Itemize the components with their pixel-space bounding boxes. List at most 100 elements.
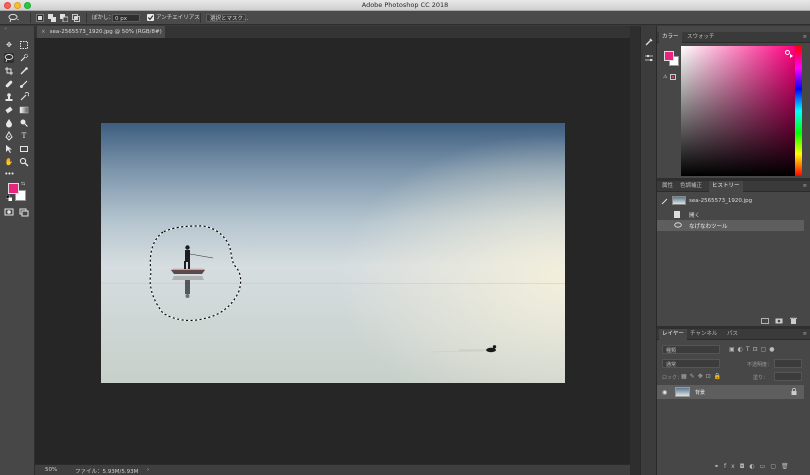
swap-colors-icon[interactable]: ⇆	[21, 181, 27, 187]
tab-color[interactable]: カラー	[659, 32, 682, 43]
move-tool-icon[interactable]: ✥	[4, 40, 14, 50]
title-bar: Adobe Photoshop CC 2018	[0, 0, 810, 11]
window-title: Adobe Photoshop CC 2018	[361, 1, 449, 9]
zoom-level[interactable]: 50%	[45, 467, 57, 473]
feather-label: ぼかし：	[92, 15, 115, 21]
lock-icons[interactable]: ▦✎✥⊡🔒	[681, 373, 741, 381]
file-info: ファイル：5.93M/5.93M	[75, 469, 139, 475]
lasso-history-icon	[674, 222, 682, 229]
new-document-from-state-icon[interactable]	[761, 318, 769, 324]
crop-tool-icon[interactable]	[4, 66, 14, 76]
zoom-tool-icon[interactable]	[19, 157, 29, 167]
path-select-tool-icon[interactable]	[4, 144, 14, 154]
history-panel-tabs: 属性 色調補正 ヒストリー ≡	[657, 181, 810, 192]
layers-panel-tabs: レイヤー チャンネル パス ≡	[657, 329, 810, 340]
duck	[430, 345, 497, 353]
subtract-selection-icon[interactable]	[60, 14, 69, 23]
blend-mode-select[interactable]: 通常	[662, 359, 720, 368]
document-icon	[674, 211, 680, 218]
quick-select-tool-icon[interactable]	[19, 53, 29, 63]
history-snapshot[interactable]: sea-2565573_1920.jpg	[657, 194, 810, 208]
lasso-preset-icon[interactable]	[8, 13, 19, 23]
feather-input[interactable]: 0 px	[112, 14, 140, 22]
history-brush-tool-icon[interactable]	[19, 92, 30, 102]
default-colors-icon[interactable]	[5, 194, 12, 201]
panel-menu-icon[interactable]: ≡	[803, 183, 807, 189]
fill-label: 塗り：	[753, 375, 769, 381]
hue-slider-handle[interactable]	[790, 54, 793, 58]
healing-brush-tool-icon[interactable]	[4, 79, 14, 89]
history-brush-source-icon[interactable]	[661, 197, 669, 205]
camera-snapshot-icon[interactable]	[775, 317, 783, 324]
gradient-tool-icon[interactable]	[19, 105, 29, 115]
layer-footer-icons[interactable]: ⚭fx◘◐▭▢🗑	[714, 463, 806, 471]
tab-channels[interactable]: チャンネル	[687, 329, 720, 340]
delete-state-icon[interactable]	[790, 317, 797, 324]
tab-history[interactable]: ヒストリー	[709, 181, 743, 192]
color-panel-tabs: カラー スウォッチ ≡	[657, 32, 810, 43]
rectangle-tool-icon[interactable]	[19, 144, 29, 154]
toolbar-collapse-icon[interactable]: «	[4, 27, 30, 32]
add-selection-icon[interactable]	[48, 14, 56, 22]
hue-slider[interactable]	[795, 46, 802, 176]
fisherman-boat	[171, 245, 214, 298]
status-bar: 50% ファイル：5.93M/5.93M ›	[35, 464, 630, 475]
snapshot-thumbnail	[672, 196, 686, 205]
hand-tool-icon[interactable]: ✋	[4, 157, 14, 167]
document-image[interactable]	[101, 123, 565, 383]
status-menu-arrow[interactable]: ›	[147, 467, 149, 473]
type-tool-icon[interactable]: T	[19, 131, 29, 141]
brush-settings-icon[interactable]	[644, 37, 654, 47]
toolbar: « ✥ T ✋ ••• ⇆	[0, 26, 35, 475]
lasso-tool-icon[interactable]	[4, 53, 14, 63]
panel-menu-icon[interactable]: ≡	[803, 331, 807, 337]
clone-stamp-tool-icon[interactable]	[4, 92, 14, 102]
antialias-checkbox[interactable]	[147, 14, 154, 21]
gamut-warning-icon: ⚠	[663, 74, 668, 80]
right-panels: カラー スウォッチ ≡ ⚠ 属性 色調補正 ヒストリー ≡ sea-256557…	[657, 26, 810, 475]
document-tab-bar: × sea-2565573_1920.jpg @ 50% (RGB/8#)	[35, 26, 630, 38]
tab-swatches[interactable]: スウォッチ	[684, 32, 718, 43]
adjustments-icon[interactable]	[644, 53, 654, 63]
opacity-input[interactable]	[774, 359, 802, 368]
more-tools-icon[interactable]: •••	[4, 169, 14, 179]
layer-filter-icons[interactable]: ▣◐T⊡▢●	[729, 346, 799, 354]
eye-icon[interactable]: ◉	[662, 389, 667, 396]
dock-icon-strip	[640, 26, 657, 475]
canvas-area[interactable]	[35, 38, 630, 464]
marquee-tool-icon[interactable]	[19, 40, 29, 50]
pen-tool-icon[interactable]	[4, 131, 14, 141]
eyedropper-tool-icon[interactable]	[19, 66, 29, 76]
options-bar: ぼかし： 0 px アンチエイリアス 選択とマスク...	[0, 11, 810, 25]
color-spectrum-field[interactable]	[681, 46, 795, 176]
tab-properties[interactable]: 属性	[659, 181, 676, 192]
fill-input[interactable]	[774, 372, 802, 381]
layer-row-background[interactable]: ◉ 背景	[657, 385, 804, 399]
history-item[interactable]: 開く	[657, 209, 810, 220]
intersect-selection-icon[interactable]	[72, 14, 80, 22]
foreground-color-swatch[interactable]	[8, 183, 19, 194]
layer-lock-icon	[791, 387, 797, 395]
lock-label: ロック：	[662, 375, 683, 381]
quick-mask-icon[interactable]	[4, 207, 14, 217]
eraser-tool-icon[interactable]	[4, 105, 14, 115]
new-selection-icon[interactable]	[36, 14, 44, 22]
history-item-selected[interactable]: なげなわツール	[657, 220, 804, 231]
dodge-tool-icon[interactable]	[19, 118, 29, 128]
layer-filter-select[interactable]: 種類	[662, 345, 720, 354]
tab-layers[interactable]: レイヤー	[659, 329, 687, 340]
document-tab-label: sea-2565573_1920.jpg @ 50% (RGB/8#)	[49, 29, 162, 35]
opacity-label: 不透明度：	[747, 362, 773, 368]
screen-mode-icon[interactable]	[19, 207, 29, 217]
blur-tool-icon[interactable]	[4, 118, 14, 128]
color-panel-foreground[interactable]	[664, 51, 674, 61]
close-tab-icon[interactable]: ×	[41, 29, 46, 35]
select-and-mask-button[interactable]: 選択とマスク...	[206, 14, 248, 22]
dock-gutter	[630, 26, 640, 475]
panel-menu-icon[interactable]: ≡	[803, 34, 807, 40]
snapshot-label: sea-2565573_1920.jpg	[689, 198, 753, 204]
tab-adjustments[interactable]: 色調補正	[677, 181, 705, 192]
document-tab[interactable]: × sea-2565573_1920.jpg @ 50% (RGB/8#)	[37, 26, 165, 38]
brush-tool-icon[interactable]	[19, 79, 29, 89]
tab-paths[interactable]: パス	[724, 329, 741, 340]
